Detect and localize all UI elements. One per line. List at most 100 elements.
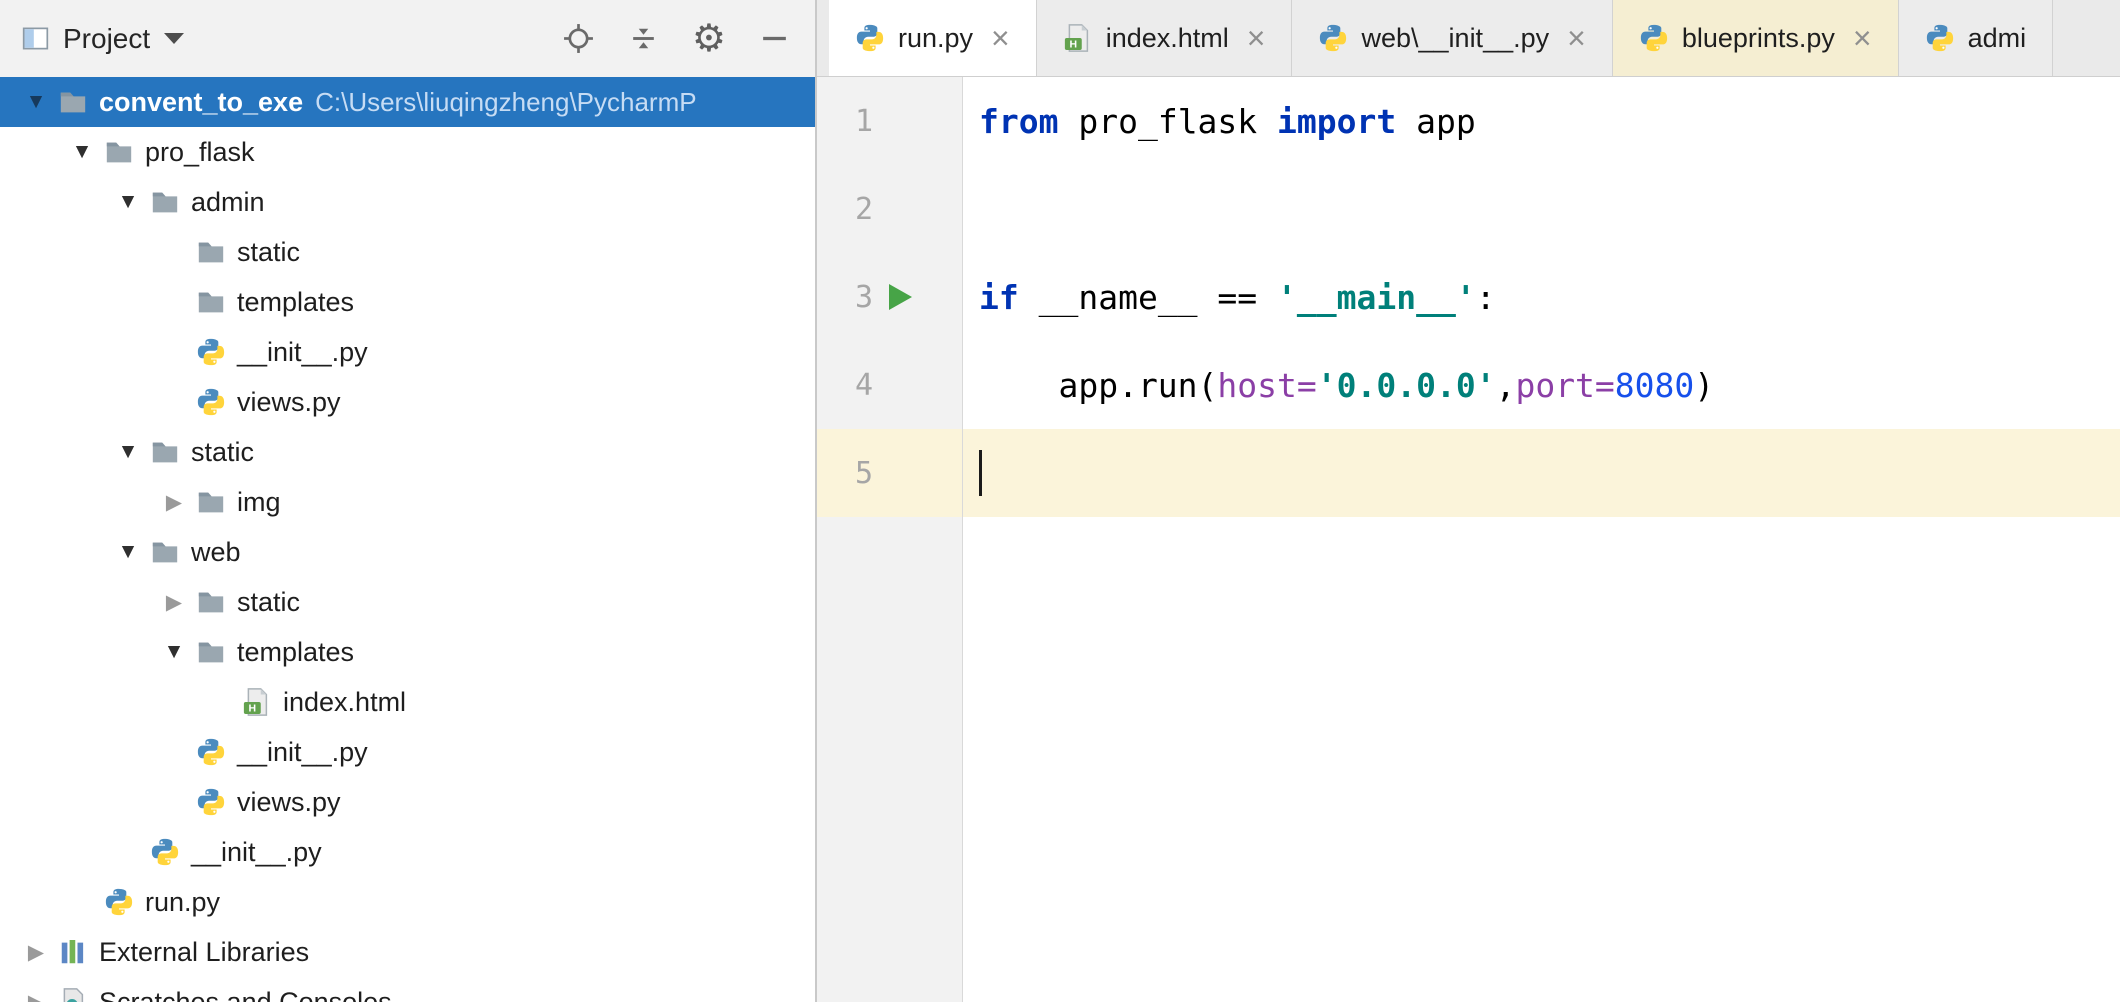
hide-panel-icon[interactable]	[758, 22, 791, 55]
tab-label: admi	[1968, 23, 2027, 54]
tree-item-web-templates[interactable]: templates	[0, 627, 815, 677]
editor-tabs: run.py index.html web\__init__.py bluepr…	[817, 0, 2120, 77]
tree-item-label: index.html	[283, 687, 406, 718]
html-file-icon	[242, 687, 272, 717]
gutter-line-5: 5	[817, 429, 963, 517]
tab-web-init-py[interactable]: web\__init__.py	[1292, 0, 1612, 76]
editor-empty-space[interactable]	[817, 517, 2120, 1002]
run-line-icon[interactable]	[889, 284, 912, 310]
chevron-collapsed-icon[interactable]	[14, 990, 58, 1002]
code-line-4[interactable]: 4 app.run(host='0.0.0.0',port=8080)	[817, 341, 2120, 429]
chevron-expanded-icon[interactable]	[106, 540, 150, 564]
tree-item-label: __init__.py	[237, 737, 368, 768]
chevron-collapsed-icon[interactable]	[152, 490, 196, 515]
python-file-icon	[1318, 23, 1348, 53]
tree-item-label: __init__.py	[191, 837, 322, 868]
code-token: port=	[1515, 366, 1614, 405]
python-file-icon	[196, 387, 226, 417]
code-text[interactable]: if __name__ == '__main__':	[963, 253, 2120, 341]
tab-admin-truncated[interactable]: admi	[1899, 0, 2054, 76]
tree-item-web-init-py[interactable]: __init__.py	[0, 727, 815, 777]
tree-item-label: run.py	[145, 887, 220, 918]
panel-header-actions	[562, 20, 795, 58]
code-line-1[interactable]: 1 from pro_flask import app	[817, 77, 2120, 165]
tree-item-run-py[interactable]: run.py	[0, 877, 815, 927]
folder-icon	[150, 187, 180, 217]
tree-item-label: __init__.py	[237, 337, 368, 368]
code-token: pro_flask	[1058, 102, 1277, 141]
chevron-expanded-icon[interactable]	[152, 640, 196, 664]
tree-item-label: web	[191, 537, 241, 568]
folder-icon	[196, 287, 226, 317]
tree-item-web[interactable]: web	[0, 527, 815, 577]
folder-icon	[196, 487, 226, 517]
locate-file-icon[interactable]	[562, 22, 595, 55]
tree-item-label: templates	[237, 287, 354, 318]
html-file-icon	[1063, 23, 1093, 53]
tree-item-pro-flask-init-py[interactable]: __init__.py	[0, 827, 815, 877]
chevron-expanded-icon[interactable]	[60, 140, 104, 164]
folder-icon	[150, 437, 180, 467]
line-number: 4	[831, 368, 873, 403]
line-number: 2	[831, 192, 873, 227]
collapse-all-icon[interactable]	[627, 22, 660, 55]
chevron-expanded-icon[interactable]	[106, 190, 150, 214]
folder-icon	[150, 537, 180, 567]
chevron-down-icon[interactable]	[164, 33, 184, 44]
chevron-collapsed-icon[interactable]	[152, 590, 196, 615]
code-empty[interactable]	[963, 517, 2120, 1002]
code-line-3[interactable]: 3 if __name__ == '__main__':	[817, 253, 2120, 341]
code-line-5[interactable]: 5	[817, 429, 2120, 517]
close-icon[interactable]	[991, 22, 1010, 54]
chevron-collapsed-icon[interactable]	[14, 940, 58, 965]
tree-item-index-html[interactable]: index.html	[0, 677, 815, 727]
tree-item-label: views.py	[237, 787, 341, 818]
text-caret	[979, 450, 982, 496]
folder-icon	[58, 87, 88, 117]
code-line-2[interactable]: 2	[817, 165, 2120, 253]
code-token: host=	[1217, 366, 1316, 405]
code-text[interactable]: from pro_flask import app	[963, 77, 2120, 165]
folder-icon	[196, 237, 226, 267]
python-file-icon	[104, 887, 134, 917]
code-text[interactable]: app.run(host='0.0.0.0',port=8080)	[963, 341, 2120, 429]
tab-run-py[interactable]: run.py	[829, 0, 1037, 76]
settings-gear-icon[interactable]	[692, 20, 726, 58]
code-text[interactable]	[963, 165, 2120, 253]
tree-item-img[interactable]: img	[0, 477, 815, 527]
chevron-expanded-icon[interactable]	[106, 440, 150, 464]
tab-label: blueprints.py	[1682, 23, 1835, 54]
tree-item-web-static[interactable]: static	[0, 577, 815, 627]
close-icon[interactable]	[1247, 22, 1266, 54]
tree-item-admin-templates[interactable]: templates	[0, 277, 815, 327]
tree-item-admin[interactable]: admin	[0, 177, 815, 227]
tree-item-admin-views-py[interactable]: views.py	[0, 377, 815, 427]
tree-item-admin-static[interactable]: static	[0, 227, 815, 277]
close-icon[interactable]	[1853, 22, 1872, 54]
tree-item-scratches-and-consoles[interactable]: Scratches and Consoles	[0, 977, 815, 1002]
python-file-icon	[196, 787, 226, 817]
close-icon[interactable]	[1567, 22, 1586, 54]
project-panel-title[interactable]: Project	[63, 23, 150, 55]
tree-item-static[interactable]: static	[0, 427, 815, 477]
tab-index-html[interactable]: index.html	[1037, 0, 1293, 76]
tree-item-external-libraries[interactable]: External Libraries	[0, 927, 815, 977]
gutter-line-4: 4	[817, 341, 963, 429]
chevron-expanded-icon[interactable]	[14, 90, 58, 114]
pycharm-window: Project convent_to_exe C:\Users\liuqingz…	[0, 0, 2120, 1002]
tree-item-convent-to-exe[interactable]: convent_to_exe C:\Users\liuqingzheng\Pyc…	[0, 77, 815, 127]
tree-item-pro-flask[interactable]: pro_flask	[0, 127, 815, 177]
code-token: import	[1277, 102, 1396, 141]
code-text[interactable]	[963, 429, 2120, 517]
libraries-icon	[58, 937, 88, 967]
code-editor[interactable]: 1 from pro_flask import app 2 3 if __nam…	[817, 77, 2120, 1002]
tree-item-web-views-py[interactable]: views.py	[0, 777, 815, 827]
folder-icon	[196, 587, 226, 617]
python-file-icon	[1639, 23, 1669, 53]
line-number: 1	[831, 104, 873, 139]
project-tree: convent_to_exe C:\Users\liuqingzheng\Pyc…	[0, 77, 815, 1002]
tree-item-admin-init-py[interactable]: __init__.py	[0, 327, 815, 377]
tree-item-label: Scratches and Consoles	[99, 987, 392, 1002]
tab-blueprints-py[interactable]: blueprints.py	[1613, 0, 1899, 76]
scratches-icon	[58, 987, 88, 1002]
